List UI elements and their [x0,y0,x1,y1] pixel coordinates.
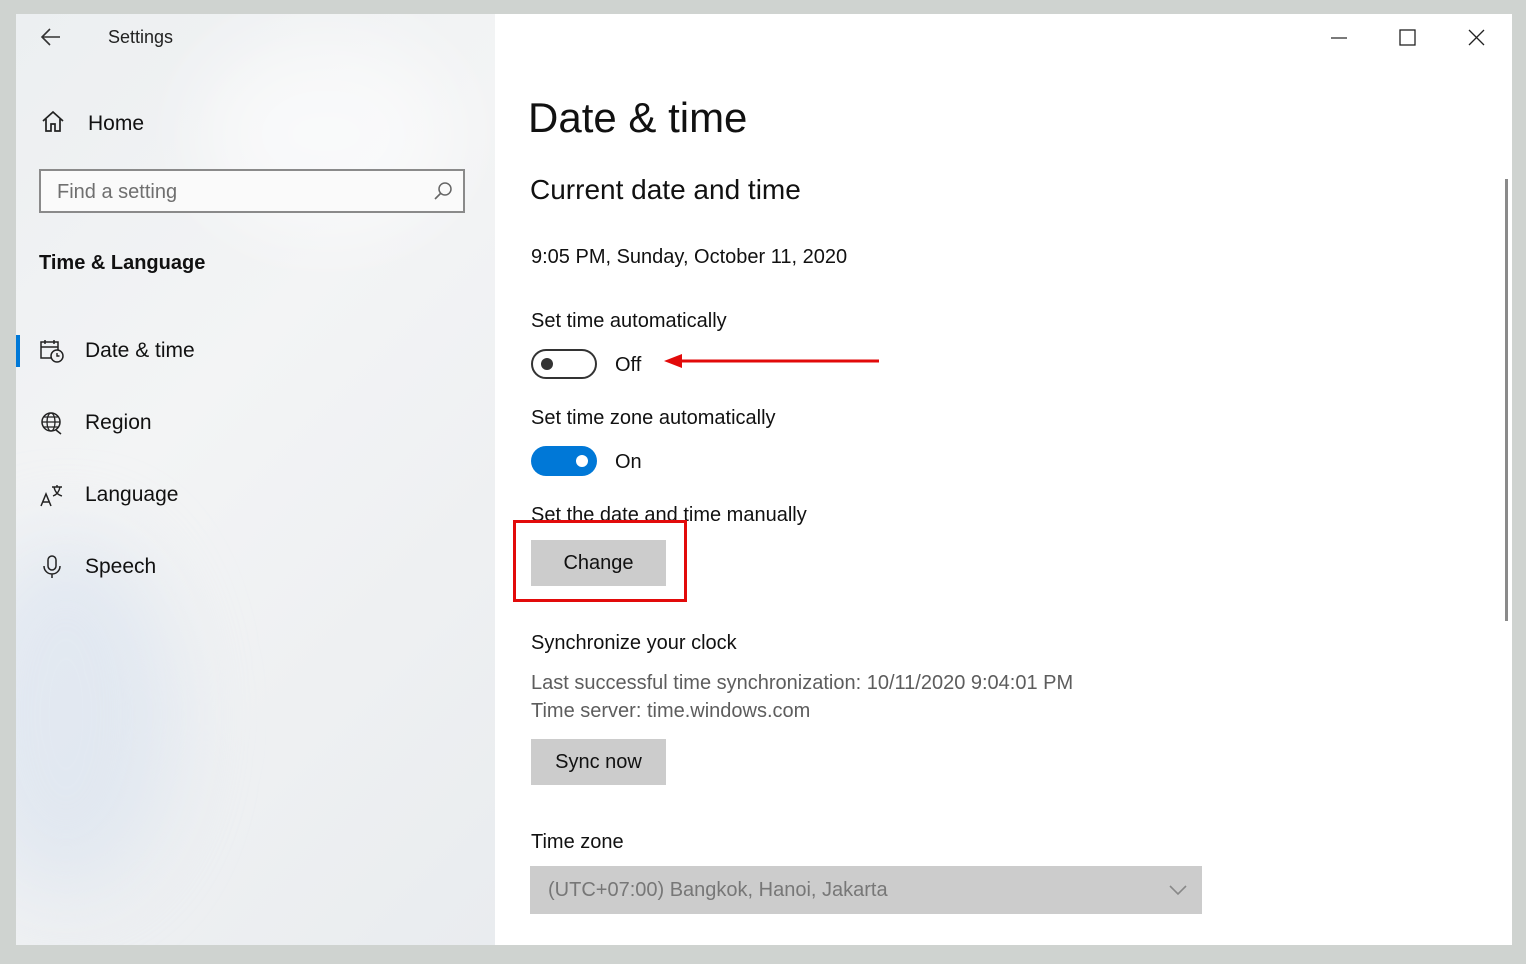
minimize-icon [1316,22,1362,54]
sidebar-item-language[interactable]: Language [16,475,495,515]
search-input[interactable] [41,171,429,213]
set-time-auto-label: Set time automatically [531,310,727,333]
settings-window: Settings Home Time & Language Date & tim… [16,14,1512,945]
current-datetime: 9:05 PM, Sunday, October 11, 2020 [531,246,847,269]
set-timezone-auto-label: Set time zone automatically [531,407,776,430]
search-box [39,169,465,213]
chevron-down-icon [1168,880,1188,900]
sidebar-item-label: Region [85,411,152,435]
maximize-button[interactable] [1384,22,1430,54]
sync-title: Synchronize your clock [531,632,737,655]
selection-indicator [16,335,20,367]
set-time-auto-state: Off [615,354,641,377]
sidebar-item-date-time[interactable]: Date & time [16,331,495,371]
sidebar: Settings Home Time & Language Date & tim… [16,14,495,945]
toggle-knob [541,358,553,370]
timezone-label: Time zone [531,831,624,854]
maximize-icon [1384,22,1430,54]
minimize-button[interactable] [1316,22,1362,54]
timezone-value: (UTC+07:00) Bangkok, Hanoi, Jakarta [548,879,888,902]
home-icon [40,109,66,140]
sidebar-item-speech[interactable]: Speech [16,547,495,587]
microphone-icon [40,555,64,579]
set-timezone-auto-state: On [615,451,642,474]
globe-icon [40,411,64,435]
language-icon [40,483,64,507]
sidebar-item-label: Speech [85,555,156,579]
home-label: Home [88,112,144,136]
section-title: Time & Language [39,252,205,275]
calendar-clock-icon [40,339,64,363]
time-server-text: Time server: time.windows.com [531,700,810,723]
annotation-highlight-box [513,520,687,602]
toggle-knob [576,455,588,467]
close-button[interactable] [1453,22,1499,54]
home-nav-item[interactable]: Home [40,109,144,139]
timezone-dropdown[interactable]: (UTC+07:00) Bangkok, Hanoi, Jakarta [530,866,1202,914]
back-arrow-icon[interactable] [40,26,62,48]
sidebar-item-label: Language [85,483,178,507]
set-time-auto-toggle[interactable] [531,349,597,379]
sidebar-item-label: Date & time [85,339,195,363]
app-title: Settings [108,27,173,48]
page-title: Date & time [528,94,747,142]
close-icon [1453,22,1499,54]
annotation-arrow [661,350,886,372]
sidebar-item-region[interactable]: Region [16,403,495,443]
search-icon[interactable] [433,181,453,201]
sync-now-button[interactable]: Sync now [531,739,666,785]
set-timezone-auto-toggle[interactable] [531,446,597,476]
section-heading: Current date and time [530,174,801,206]
scrollbar[interactable] [1505,179,1508,621]
last-sync-text: Last successful time synchronization: 10… [531,672,1073,695]
